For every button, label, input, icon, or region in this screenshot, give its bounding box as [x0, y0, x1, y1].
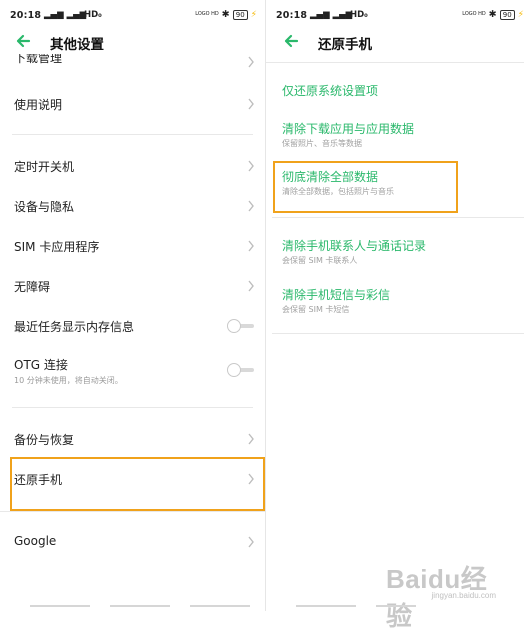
page-title: 还原手机: [318, 37, 372, 53]
status-right-icons: LOGO HD ✱ 90 ⚡: [462, 9, 524, 20]
chevron-right-icon: [248, 160, 254, 172]
option-label: 仅还原系统设置项: [282, 84, 379, 98]
signal-icon: ▂▄▆ ▂▄▆: [310, 10, 353, 20]
section-divider: [12, 134, 253, 135]
option-label: 清除手机联系人与通话记录: [282, 239, 427, 253]
status-time: 20:18: [276, 10, 308, 21]
item-label: 备份与恢复: [14, 433, 75, 447]
wifi-icon: HD₀: [350, 10, 368, 20]
item-label: SIM 卡应用程序: [14, 240, 100, 254]
wifi-icon: HD₀: [84, 10, 102, 20]
chevron-right-icon: [248, 56, 254, 68]
page-title: 其他设置: [50, 37, 104, 53]
chevron-right-icon: [248, 536, 254, 548]
otg-toggle[interactable]: [227, 363, 255, 377]
item-label: 定时开关机: [14, 160, 75, 174]
bluetooth-icon: ✱: [221, 9, 230, 20]
section-divider: [272, 333, 524, 334]
section-divider: [272, 217, 524, 218]
chevron-right-icon: [248, 240, 254, 252]
nav-bar-segment: [110, 605, 170, 607]
chevron-right-icon: [248, 280, 254, 292]
back-arrow-icon[interactable]: [14, 30, 32, 52]
item-label: 无障碍: [14, 280, 51, 294]
nav-bar-segment: [376, 605, 416, 607]
nav-bar-segment: [30, 605, 90, 607]
settings-item-backup-restore[interactable]: 备份与恢复: [0, 425, 265, 453]
hd-logo-icon: LOGO HD: [462, 11, 486, 17]
chevron-right-icon: [248, 433, 254, 445]
nav-bar-segment: [190, 605, 250, 607]
charging-icon: ⚡: [517, 9, 524, 20]
option-clear-sms-mms[interactable]: 清除手机短信与彩信 会保留 SIM 卡短信: [266, 284, 532, 318]
item-label: 下载管理: [14, 54, 63, 65]
item-label: 设备与隐私: [14, 200, 75, 214]
bluetooth-icon: ✱: [488, 9, 497, 20]
watermark: Baidu经验 jingyan.baidu.com: [386, 559, 526, 631]
chevron-right-icon: [248, 200, 254, 212]
option-reset-system-settings[interactable]: 仅还原系统设置项: [266, 80, 532, 102]
other-settings-screen: 20:18 ▂▄▆ ▂▄▆ HD₀ LOGO HD ✱ 90 ⚡ 其他设置 下载…: [0, 0, 265, 611]
app-bar: 还原手机: [266, 30, 532, 53]
status-time: 20:18: [10, 10, 42, 21]
item-sublabel: 10 分钟未使用，将自动关闭。: [14, 376, 123, 385]
status-right-icons: LOGO HD ✱ 90 ⚡: [195, 9, 257, 20]
section-divider: [12, 407, 253, 408]
settings-item-accessibility[interactable]: 无障碍: [0, 272, 265, 300]
item-label: Google: [14, 534, 57, 548]
charging-icon: ⚡: [250, 9, 257, 20]
battery-icon: 90: [499, 9, 515, 20]
settings-item-recent-tasks-memory: 最近任务显示内存信息: [0, 312, 265, 340]
battery-icon: 90: [232, 9, 248, 20]
option-clear-contacts-calls[interactable]: 清除手机联系人与通话记录 会保留 SIM 卡联系人: [266, 235, 532, 269]
option-sublabel: 保留照片、音乐等数据: [282, 139, 362, 148]
nav-bar-segment: [296, 605, 356, 607]
signal-icon: ▂▄▆ ▂▄▆: [44, 10, 87, 20]
settings-item-google[interactable]: Google: [0, 528, 265, 556]
settings-item-download-manager[interactable]: 下载管理: [0, 54, 265, 72]
chevron-right-icon: [248, 98, 254, 110]
item-label: OTG 连接: [14, 358, 68, 372]
watermark-url: jingyan.baidu.com: [431, 591, 496, 600]
option-sublabel: 会保留 SIM 卡短信: [282, 305, 350, 314]
status-bar: 20:18 ▂▄▆ ▂▄▆ HD₀ LOGO HD ✱ 90 ⚡: [0, 0, 265, 30]
settings-item-device-privacy[interactable]: 设备与隐私: [0, 192, 265, 220]
reset-phone-screen: 20:18 ▂▄▆ ▂▄▆ HD₀ LOGO HD ✱ 90 ⚡ 还原手机 仅还…: [266, 0, 532, 631]
item-label: 使用说明: [14, 98, 63, 112]
highlight-box: [273, 161, 458, 213]
hd-logo-icon: LOGO HD: [195, 11, 219, 17]
back-arrow-icon[interactable]: [282, 30, 300, 52]
settings-item-scheduled-power[interactable]: 定时开关机: [0, 152, 265, 180]
app-bar: 其他设置: [0, 30, 265, 53]
status-bar: 20:18 ▂▄▆ ▂▄▆ HD₀ LOGO HD ✱ 90 ⚡: [266, 0, 532, 30]
settings-item-sim-apps[interactable]: SIM 卡应用程序: [0, 232, 265, 260]
settings-item-otg: OTG 连接 10 分钟未使用，将自动关闭。: [0, 352, 265, 392]
header-divider: [266, 62, 524, 63]
section-divider: [0, 511, 265, 512]
option-label: 清除手机短信与彩信: [282, 288, 391, 302]
highlight-box: [10, 457, 265, 511]
option-sublabel: 会保留 SIM 卡联系人: [282, 256, 358, 265]
option-clear-downloaded-apps[interactable]: 清除下载应用与应用数据 保留照片、音乐等数据: [266, 118, 532, 152]
settings-item-user-guide[interactable]: 使用说明: [0, 90, 265, 118]
recent-tasks-memory-toggle[interactable]: [227, 319, 255, 333]
item-label: 最近任务显示内存信息: [14, 320, 135, 334]
option-label: 清除下载应用与应用数据: [282, 122, 415, 136]
